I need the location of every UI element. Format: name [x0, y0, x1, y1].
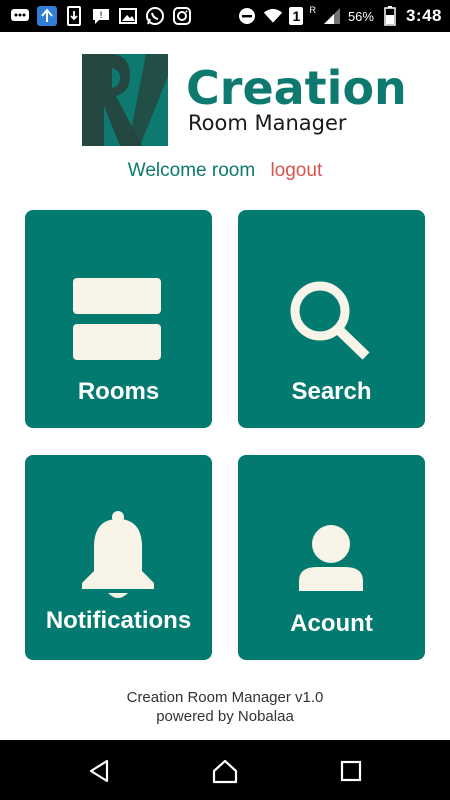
footer: Creation Room Manager v1.0 powered by No…: [0, 688, 450, 726]
welcome-text: Welcome room: [127, 160, 256, 181]
battery-percent: 56%: [347, 8, 374, 24]
download-icon: [64, 6, 84, 26]
account-tile[interactable]: Acount: [238, 455, 425, 660]
search-icon: [290, 281, 370, 360]
navigation-bar: [0, 740, 450, 800]
message-icon: !: [91, 6, 111, 26]
wifi-icon: [263, 6, 283, 26]
image-icon: [118, 6, 138, 26]
home-icon[interactable]: [212, 758, 238, 784]
rooms-tile[interactable]: Rooms: [25, 210, 212, 428]
account-icon: [299, 525, 363, 591]
system-icons: 1 R 56% 3:48: [237, 0, 442, 32]
logo-mark-icon: [82, 54, 168, 146]
rooms-icon: [73, 278, 161, 360]
whatsapp-icon: [145, 6, 165, 26]
notification-icons: !: [10, 4, 192, 28]
notifications-tile[interactable]: Notifications: [25, 455, 212, 660]
recents-icon[interactable]: [338, 758, 364, 784]
sync-icon: [37, 6, 57, 26]
account-label: Acount: [290, 610, 373, 637]
roaming-indicator: R: [309, 5, 316, 15]
app-logo: Creation Room Manager: [82, 54, 407, 146]
svg-text:!: !: [99, 11, 103, 21]
battery-icon: [380, 6, 400, 26]
search-tile[interactable]: Search: [238, 210, 425, 428]
welcome-bar: Welcome room logout: [0, 160, 450, 182]
footer-powered-by: powered by Nobalaa: [156, 708, 294, 725]
logo-subtitle: Room Manager: [188, 111, 347, 135]
status-bar: ! 1 R 56% 3:48: [0, 0, 450, 32]
logo-title: Creation: [186, 61, 407, 115]
signal-icon: [322, 6, 342, 26]
instagram-icon: [172, 6, 192, 26]
minus-circle-icon: [237, 6, 257, 26]
chat-bubble-icon: [10, 6, 30, 26]
sim-icon: 1: [289, 7, 304, 25]
footer-version: Creation Room Manager v1.0: [126, 689, 324, 706]
rooms-label: Rooms: [77, 378, 160, 405]
back-icon[interactable]: [87, 758, 113, 784]
notifications-label: Notifications: [45, 607, 192, 634]
clock: 3:48: [405, 6, 442, 25]
logout-link[interactable]: logout: [270, 160, 322, 181]
bell-icon: [82, 511, 154, 598]
search-label: Search: [291, 378, 372, 405]
